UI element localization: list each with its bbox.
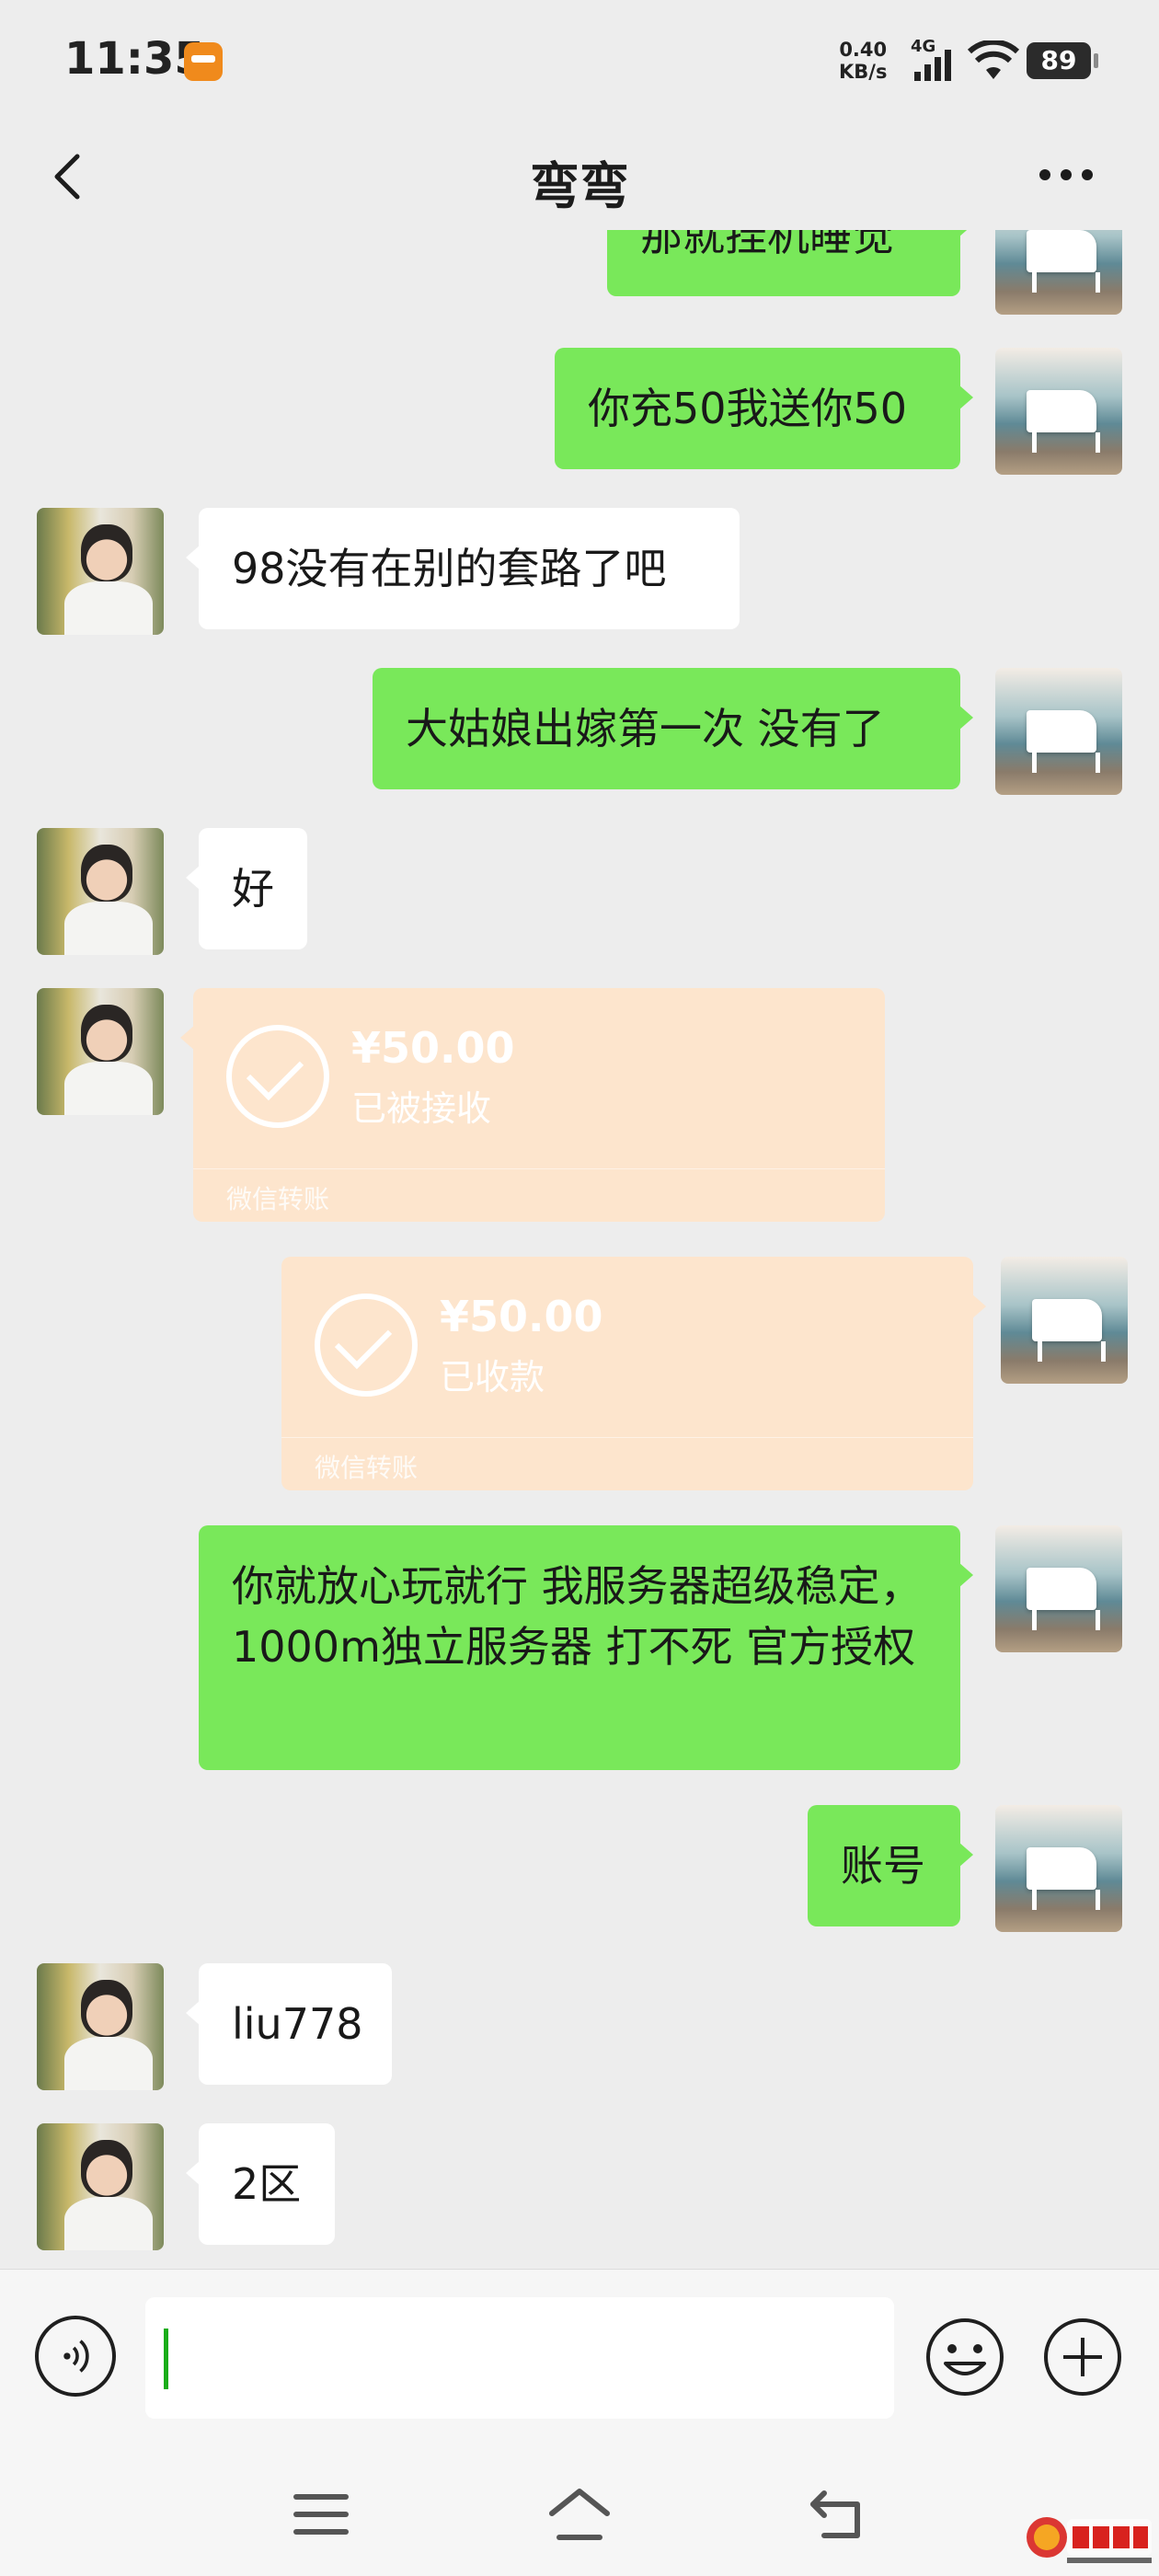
transfer-footer: 微信转账	[226, 1184, 330, 1214]
network-speed: 0.40 KB/s	[839, 39, 887, 83]
message-bubble-self[interactable]: 你就放心玩就行 我服务器超级稳定，1000m独立服务器 打不死 官方授权	[199, 1525, 973, 1770]
peer-avatar[interactable]	[37, 508, 164, 635]
self-avatar[interactable]	[995, 230, 1122, 315]
peer-avatar[interactable]	[37, 828, 164, 955]
message-bubble-peer[interactable]: 2区	[186, 2123, 335, 2245]
message-bubble-self[interactable]: 你充50我送你50	[555, 348, 973, 469]
more-options-icon[interactable]	[1034, 156, 1098, 193]
network-type-label: 4G	[911, 37, 935, 56]
message-bubble-self[interactable]: 那就挂机睡觉	[607, 230, 973, 296]
app-notification-icon	[184, 42, 223, 81]
input-bar	[0, 2269, 1159, 2449]
check-circle-icon	[226, 1025, 329, 1128]
self-avatar[interactable]	[995, 668, 1122, 795]
add-attachment-icon[interactable]	[1041, 2316, 1124, 2398]
peer-avatar[interactable]	[37, 2123, 164, 2250]
emoji-icon[interactable]	[924, 2316, 1006, 2398]
peer-avatar[interactable]	[37, 1963, 164, 2090]
recent-apps-icon[interactable]	[293, 2491, 350, 2537]
transfer-divider	[193, 1168, 885, 1169]
message-list[interactable]: 那就挂机睡觉 你充50我送你50 98没有在别的套路了吧 大姑娘出嫁第一次 没有…	[0, 230, 1159, 2269]
battery-indicator: 89	[1027, 42, 1098, 79]
transfer-footer: 微信转账	[315, 1453, 419, 1483]
chat-title: 弯弯	[530, 157, 629, 215]
text-cursor	[164, 2329, 168, 2389]
home-icon[interactable]	[546, 2486, 613, 2543]
cellular-signal-icon: 4G	[911, 37, 951, 81]
wifi-icon	[968, 40, 1019, 79]
status-bar: 11:35 0.40 KB/s 4G 89	[0, 0, 1159, 120]
system-back-icon[interactable]	[806, 2486, 866, 2543]
message-input[interactable]	[145, 2297, 894, 2419]
voice-input-icon[interactable]	[35, 2316, 116, 2397]
transfer-card-received[interactable]: ¥50.00 已被接收 微信转账	[180, 988, 885, 1222]
forum-watermark-logo	[1027, 2517, 1152, 2563]
system-navigation-bar	[0, 2449, 1159, 2576]
message-bubble-peer[interactable]: 好	[186, 828, 307, 949]
transfer-divider	[281, 1437, 973, 1438]
self-avatar[interactable]	[1001, 1257, 1128, 1384]
message-bubble-self[interactable]: 大姑娘出嫁第一次 没有了	[373, 668, 973, 789]
self-avatar[interactable]	[995, 1525, 1122, 1652]
transfer-card-collected[interactable]: ¥50.00 已收款 微信转账	[281, 1257, 986, 1490]
message-bubble-self[interactable]: 账号	[808, 1805, 973, 1926]
self-avatar[interactable]	[995, 1805, 1122, 1932]
chat-header: 弯弯	[0, 120, 1159, 230]
message-bubble-peer[interactable]: 98没有在别的套路了吧	[186, 508, 740, 629]
network-speed-unit: KB/s	[839, 61, 888, 83]
transfer-amount: ¥50.00	[440, 1292, 603, 1341]
message-bubble-peer[interactable]: liu778	[186, 1963, 392, 2085]
transfer-status: 已被接收	[351, 1088, 492, 1129]
self-avatar[interactable]	[995, 348, 1122, 475]
transfer-status: 已收款	[440, 1357, 545, 1397]
check-circle-icon	[315, 1294, 418, 1397]
transfer-amount: ¥50.00	[351, 1023, 515, 1073]
network-speed-value: 0.40	[839, 39, 888, 61]
peer-avatar[interactable]	[37, 988, 164, 1115]
